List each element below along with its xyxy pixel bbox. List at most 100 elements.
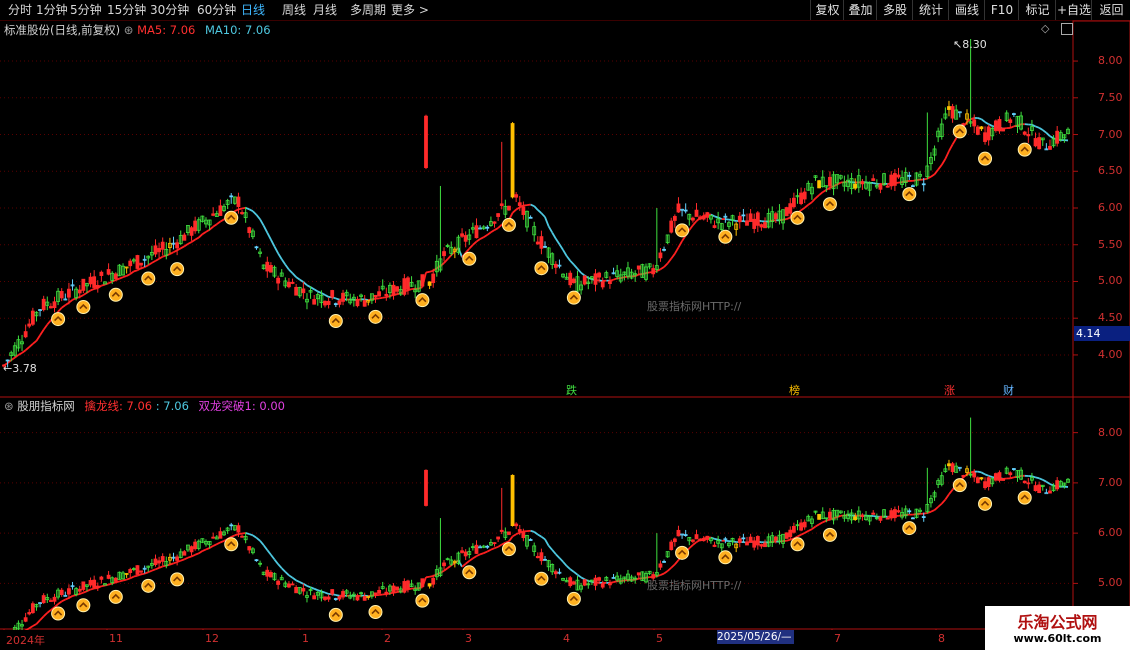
sub-candle-body xyxy=(853,516,858,520)
sub-candle-body xyxy=(41,595,46,604)
sub-candle-body xyxy=(189,546,194,553)
sub-candle-body xyxy=(597,577,602,581)
main-y-tick-label: 5.00 xyxy=(1098,274,1123,288)
sub-candle-body xyxy=(911,517,915,520)
sub-candle-body xyxy=(517,529,522,532)
sub-candle-body xyxy=(135,565,140,575)
main-candle-body xyxy=(636,265,641,270)
sub-candle-body xyxy=(737,538,742,543)
sub-candle-body xyxy=(972,472,977,478)
main-buy-signal-icon xyxy=(1017,142,1032,157)
main-candle-body xyxy=(312,299,317,305)
stock-title[interactable]: 标准股份(日线,前复权) xyxy=(4,23,120,37)
main-ma-segment xyxy=(378,296,383,300)
sub-candle-body xyxy=(788,529,793,538)
main-candle-body xyxy=(694,209,699,217)
sub-candle-body xyxy=(636,572,641,576)
sub-candle-body xyxy=(860,514,865,518)
main-candle-body xyxy=(81,278,86,291)
sub-ma-segment xyxy=(429,575,434,578)
sub-candle-body xyxy=(496,536,501,540)
main-buy-signal-icon xyxy=(415,293,430,308)
sub-ma-segment xyxy=(873,515,877,518)
main-candle-body xyxy=(218,205,223,216)
main-candle-body xyxy=(763,222,767,229)
high-price-marker: ↖8.30 xyxy=(953,38,987,51)
sub-candle-body xyxy=(773,536,778,541)
main-candle-body xyxy=(748,213,753,222)
sub-candle-body xyxy=(323,596,327,600)
main-buy-signal-icon xyxy=(462,251,477,266)
main-candle-body xyxy=(535,241,540,245)
sub-candle-body xyxy=(828,511,832,519)
sub-candle-body xyxy=(431,577,436,585)
sub-candle-body xyxy=(1011,468,1016,470)
sub-candle-body xyxy=(528,539,533,541)
sub-candle-body xyxy=(52,596,57,602)
main-candle-body xyxy=(160,241,165,250)
sub-candle-body xyxy=(265,569,270,577)
main-candle-body xyxy=(30,310,35,325)
main-candle-body xyxy=(892,173,897,186)
sub-candle-body xyxy=(1033,485,1038,492)
sub-candle-body xyxy=(406,580,410,590)
settings-icon[interactable]: ⊛ xyxy=(124,23,137,37)
main-buy-signal-icon xyxy=(141,271,156,286)
main-candle-body xyxy=(1033,138,1038,147)
sub-candle-body xyxy=(1037,484,1042,494)
sub-candle-body xyxy=(88,580,93,586)
main-candle-body xyxy=(41,298,46,311)
main-candle-body xyxy=(1037,137,1042,150)
event-tag-finance[interactable]: 财 xyxy=(1003,382,1014,398)
sub-candle-body xyxy=(571,581,576,585)
dragon-line2-label: : 7.06 xyxy=(155,399,189,413)
main-ma-segment xyxy=(970,117,975,120)
main-candle-body xyxy=(276,277,281,284)
sub-buy-signal-icon xyxy=(902,521,917,536)
main-candle-body xyxy=(402,278,407,295)
main-candle-body xyxy=(48,306,53,309)
main-candle-body xyxy=(853,183,858,189)
sub-candle-body xyxy=(402,581,407,593)
sub-candle-body xyxy=(276,580,281,585)
sub-candle-body xyxy=(889,510,894,519)
sub-candle-body xyxy=(907,510,912,513)
main-candle-body xyxy=(669,220,674,233)
sub-buy-signal-icon xyxy=(534,571,549,586)
diamond-icon[interactable]: ◇ xyxy=(1041,22,1049,35)
indicator-title[interactable]: 股朋指标网 xyxy=(17,399,75,413)
event-tag-fall[interactable]: 跌 xyxy=(566,382,577,398)
main-candle-body xyxy=(889,174,894,187)
main-candle-body xyxy=(341,292,345,302)
main-ma-segment xyxy=(140,266,145,270)
main-candle-body xyxy=(817,180,822,189)
sub-candle-body xyxy=(81,581,86,590)
indicator-settings-icon[interactable]: ⊛ xyxy=(4,399,17,413)
main-candle-body xyxy=(269,265,273,273)
sub-candle-body xyxy=(698,538,703,542)
main-y-tick-label: 6.50 xyxy=(1098,164,1123,178)
date-label: 4 xyxy=(563,632,570,645)
sub-candle-body xyxy=(128,569,133,574)
main-buy-signal-icon xyxy=(501,217,516,232)
main-candle-body xyxy=(135,255,140,269)
dragon-line-label: 擒龙线: 7.06 xyxy=(84,399,153,413)
main-ma-segment xyxy=(93,287,98,290)
event-tag-rise[interactable]: 涨 xyxy=(944,382,955,398)
sub-candle-body xyxy=(95,585,100,588)
sub-candle-body xyxy=(986,477,991,487)
main-candle-body xyxy=(676,203,681,213)
main-buy-signal-icon xyxy=(328,314,343,329)
sub-buy-signal-icon xyxy=(224,537,239,552)
candlestick-chart[interactable] xyxy=(0,0,1130,630)
site-brand-logo: 乐淘公式网 www.60lt.com xyxy=(985,606,1130,650)
event-tag-list[interactable]: 榜 xyxy=(789,382,800,398)
sub-ma-segment xyxy=(101,584,106,588)
sub-ma-segment xyxy=(169,562,174,566)
panel-close-icon[interactable] xyxy=(1061,23,1073,35)
main-candle-body xyxy=(240,212,244,215)
sub-candle-body xyxy=(791,526,796,533)
sub-candle-body xyxy=(139,570,143,573)
sub-candle-body xyxy=(424,469,428,506)
main-candle-body xyxy=(424,115,428,168)
